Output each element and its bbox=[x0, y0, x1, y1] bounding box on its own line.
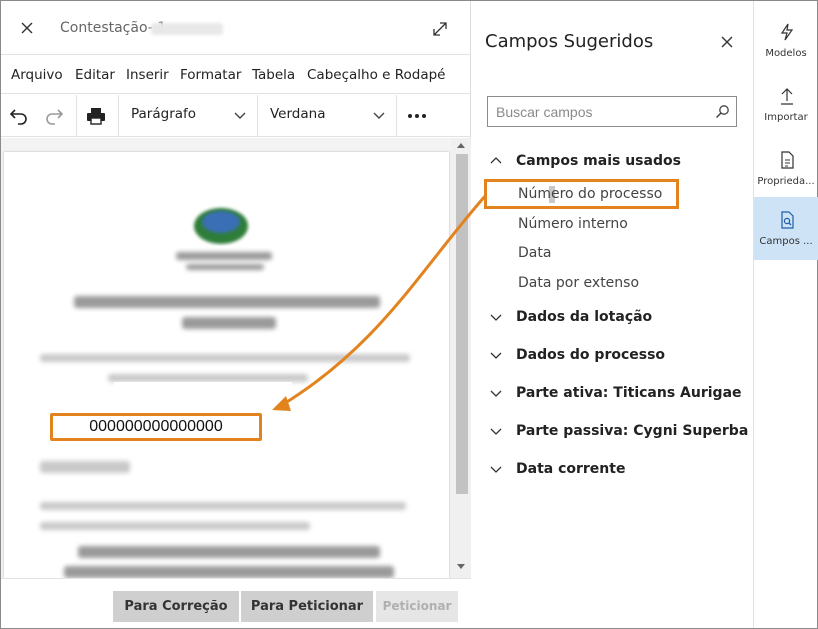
toolbar-separator bbox=[257, 95, 258, 137]
redo-icon[interactable] bbox=[42, 104, 66, 128]
group-label: Campos mais usados bbox=[516, 153, 681, 169]
blurred-text bbox=[78, 546, 380, 558]
menu-editar[interactable]: Editar bbox=[75, 67, 115, 83]
more-icon[interactable] bbox=[405, 104, 429, 128]
blurred-text bbox=[40, 354, 410, 362]
action-footer: Para Correção Para Peticionar Peticionar bbox=[1, 578, 471, 628]
chevron-down-icon bbox=[490, 390, 502, 397]
process-number-field[interactable]: 000000000000000 bbox=[50, 413, 262, 441]
properties-icon bbox=[781, 151, 794, 169]
group-label: Dados da lotação bbox=[516, 309, 653, 325]
sidebar-item-importar[interactable]: Importar bbox=[754, 73, 818, 136]
field-numero-interno[interactable]: Número interno bbox=[518, 216, 628, 232]
sidebar-label: Modelos bbox=[765, 48, 807, 59]
format-toolbar: Parágrafo Verdana bbox=[1, 95, 471, 137]
document-editor: Contestação- 1 Arquivo Editar Inserir Fo… bbox=[1, 1, 471, 628]
group-label: Dados do processo bbox=[516, 347, 666, 363]
panel-title: Campos Sugeridos bbox=[485, 31, 654, 52]
scroll-thumb[interactable] bbox=[456, 154, 468, 494]
scroll-down-icon[interactable] bbox=[456, 563, 466, 571]
tools-sidebar: Modelos Importar Proprieda... Campos ... bbox=[753, 1, 818, 628]
flash-icon bbox=[780, 23, 794, 41]
search-input[interactable] bbox=[496, 103, 696, 121]
undo-icon[interactable] bbox=[7, 104, 31, 128]
title-bar: Contestação- 1 bbox=[1, 1, 471, 55]
menu-tabela[interactable]: Tabela bbox=[252, 67, 295, 83]
upload-icon bbox=[781, 88, 793, 105]
chevron-down-icon[interactable] bbox=[233, 108, 247, 122]
chevron-down-icon bbox=[490, 466, 502, 473]
highlight-box bbox=[484, 179, 679, 209]
title-redacted bbox=[151, 23, 223, 35]
chevron-down-icon[interactable] bbox=[372, 108, 386, 122]
document-canvas[interactable] bbox=[1, 138, 471, 578]
blurred-text bbox=[176, 252, 272, 260]
field-data[interactable]: Data bbox=[518, 245, 551, 261]
menu-cabecalho-rodape[interactable]: Cabeçalho e Rodapé bbox=[307, 67, 445, 83]
sidebar-item-modelos[interactable]: Modelos bbox=[754, 9, 818, 72]
toolbar-separator bbox=[396, 95, 397, 137]
sidebar-item-propriedades[interactable]: Proprieda... bbox=[754, 137, 818, 200]
expand-icon[interactable] bbox=[431, 20, 449, 38]
print-icon[interactable] bbox=[84, 104, 108, 128]
para-correcao-button[interactable]: Para Correção bbox=[113, 591, 239, 622]
blurred-text bbox=[186, 264, 264, 270]
blurred-text bbox=[74, 296, 380, 308]
institution-logo bbox=[194, 208, 248, 244]
blurred-text bbox=[64, 566, 394, 578]
sidebar-label: Importar bbox=[764, 112, 808, 123]
search-box[interactable] bbox=[487, 96, 737, 127]
document-page[interactable] bbox=[4, 152, 449, 578]
chevron-down-icon bbox=[490, 314, 502, 321]
sidebar-item-campos[interactable]: Campos ... bbox=[754, 197, 818, 260]
menu-inserir[interactable]: Inserir bbox=[126, 67, 169, 83]
scroll-up-icon[interactable] bbox=[456, 141, 466, 149]
close-icon[interactable] bbox=[721, 36, 733, 48]
field-data-por-extenso[interactable]: Data por extenso bbox=[518, 275, 639, 291]
font-select[interactable]: Verdana bbox=[270, 106, 325, 122]
peticionar-button: Peticionar bbox=[376, 591, 458, 622]
blurred-text bbox=[40, 502, 406, 510]
menu-arquivo[interactable]: Arquivo bbox=[11, 67, 63, 83]
suggested-fields-panel: Campos Sugeridos Campos mais usados Núme… bbox=[472, 1, 752, 628]
sidebar-label: Campos ... bbox=[759, 236, 813, 247]
group-label: Parte ativa: Titicans Aurigae bbox=[516, 385, 742, 401]
menu-formatar[interactable]: Formatar bbox=[180, 67, 241, 83]
sidebar-label: Proprieda... bbox=[757, 176, 815, 187]
chevron-down-icon bbox=[490, 352, 502, 359]
group-label: Parte passiva: Cygni Superba bbox=[516, 423, 749, 439]
close-icon[interactable] bbox=[19, 20, 35, 36]
chevron-up-icon bbox=[490, 157, 502, 164]
toolbar-separator bbox=[118, 95, 119, 137]
chevron-down-icon bbox=[490, 428, 502, 435]
paragraph-style-select[interactable]: Parágrafo bbox=[131, 106, 196, 122]
blurred-text bbox=[40, 522, 310, 530]
blurred-text bbox=[108, 374, 308, 382]
para-peticionar-button[interactable]: Para Peticionar bbox=[241, 591, 373, 622]
toolbar-separator bbox=[76, 95, 77, 137]
group-label: Data corrente bbox=[516, 461, 626, 477]
blurred-text bbox=[182, 317, 276, 329]
fields-search-icon bbox=[781, 211, 794, 229]
menu-bar: Arquivo Editar Inserir Formatar Tabela C… bbox=[1, 56, 471, 94]
blurred-text bbox=[40, 461, 130, 473]
search-icon[interactable] bbox=[715, 104, 730, 119]
